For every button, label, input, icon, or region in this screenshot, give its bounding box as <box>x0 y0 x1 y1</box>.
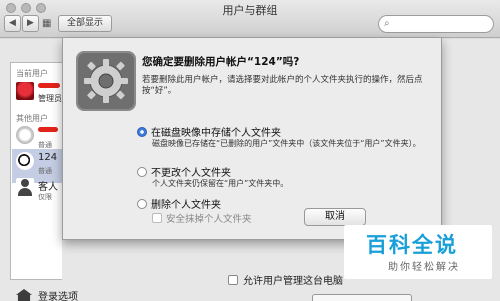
login-options-item[interactable]: 登录选项 <box>16 288 78 301</box>
redaction-mark <box>38 83 60 88</box>
search-input[interactable]: ⌕ <box>378 15 494 33</box>
option-label: 在磁盘映像中存储个人文件夹 <box>151 128 281 139</box>
allow-admin-checkbox[interactable] <box>228 274 238 285</box>
radio-keep-home-folder[interactable] <box>137 166 147 177</box>
option-description: 磁盘映像已存储在“已删除的用户”文件夹中（该文件夹位于“用户”文件夹）。 <box>152 139 421 148</box>
current-user-section-label: 当前用户 <box>16 69 48 78</box>
gear-icon <box>76 51 136 111</box>
option-keep-home-folder[interactable]: 不更改个人文件夹 <box>137 164 231 179</box>
show-all-button[interactable]: 全部显示 <box>58 15 112 32</box>
login-options-label: 登录选项 <box>38 292 78 301</box>
delete-user-dialog: 您确定要删除用户帐户“124”吗? 若要删除此用户帐户，请选择要对此帐户的个人文… <box>62 38 442 240</box>
option-label: 删除个人文件夹 <box>151 200 221 211</box>
option-description: 个人文件夹仍保留在“用户”文件夹中。 <box>152 179 289 188</box>
allow-admin-row[interactable]: 允许用户管理这台电脑 <box>228 272 343 287</box>
avatar <box>16 82 34 100</box>
user-role: 管理员 <box>38 94 62 103</box>
grid-icon: ▦ <box>42 18 52 29</box>
option-store-in-disk-image[interactable]: 在磁盘映像中存储个人文件夹 <box>137 124 281 139</box>
allow-admin-label: 允许用户管理这台电脑 <box>243 276 343 287</box>
watermark-subtitle: 助你轻松解决 <box>388 262 460 273</box>
secure-erase-label: 安全抹掉个人文件夹 <box>166 214 252 225</box>
dialog-explanation: 若要删除此用户帐户，请选择要对此帐户的个人文件夹执行的操作，然后点按“好”。 <box>142 75 423 96</box>
sidebar-user-guest[interactable]: 客人 仅限 <box>12 175 62 209</box>
secure-erase-row[interactable]: 安全抹掉个人文件夹 <box>152 211 252 225</box>
sidebar-user-current[interactable]: 管理员 <box>12 79 62 113</box>
house-icon <box>16 289 32 301</box>
back-button[interactable]: ◀ <box>4 15 21 32</box>
users-sidebar: 当前用户 管理员 其他用户 普通 124 普通 客人 仅限 <box>10 62 62 280</box>
chevron-right-icon: ▶ <box>27 18 34 28</box>
radio-delete-home-folder[interactable] <box>137 198 147 209</box>
watermark-title: 百科全说 <box>366 233 458 257</box>
cancel-button[interactable]: 取消 <box>304 208 366 226</box>
chevron-left-icon: ◀ <box>9 18 16 28</box>
watermark: 百科全说 助你轻松解决 <box>344 225 492 279</box>
forward-button[interactable]: ▶ <box>22 15 39 32</box>
user-name: 客人 <box>38 182 58 193</box>
user-role: 仅限 <box>38 193 52 201</box>
redaction-mark <box>38 127 58 132</box>
dialog-question: 您确定要删除用户帐户“124”吗? <box>142 56 300 68</box>
secure-erase-checkbox[interactable] <box>152 213 162 223</box>
user-name: 124 <box>38 152 58 163</box>
grid-view-button[interactable]: ▦ <box>42 15 54 32</box>
soccer-ball-icon <box>16 152 34 170</box>
bottom-button[interactable] <box>312 294 412 301</box>
option-label: 不更改个人文件夹 <box>151 168 231 179</box>
option-delete-home-folder[interactable]: 删除个人文件夹 <box>137 196 221 211</box>
search-icon: ⌕ <box>384 18 390 29</box>
radio-store-in-disk-image[interactable] <box>137 126 147 137</box>
baseball-icon <box>16 126 34 144</box>
title-bar: 用户与群组 ◀ ▶ ▦ 全部显示 ⌕ <box>0 0 500 38</box>
guest-person-icon <box>16 178 34 196</box>
